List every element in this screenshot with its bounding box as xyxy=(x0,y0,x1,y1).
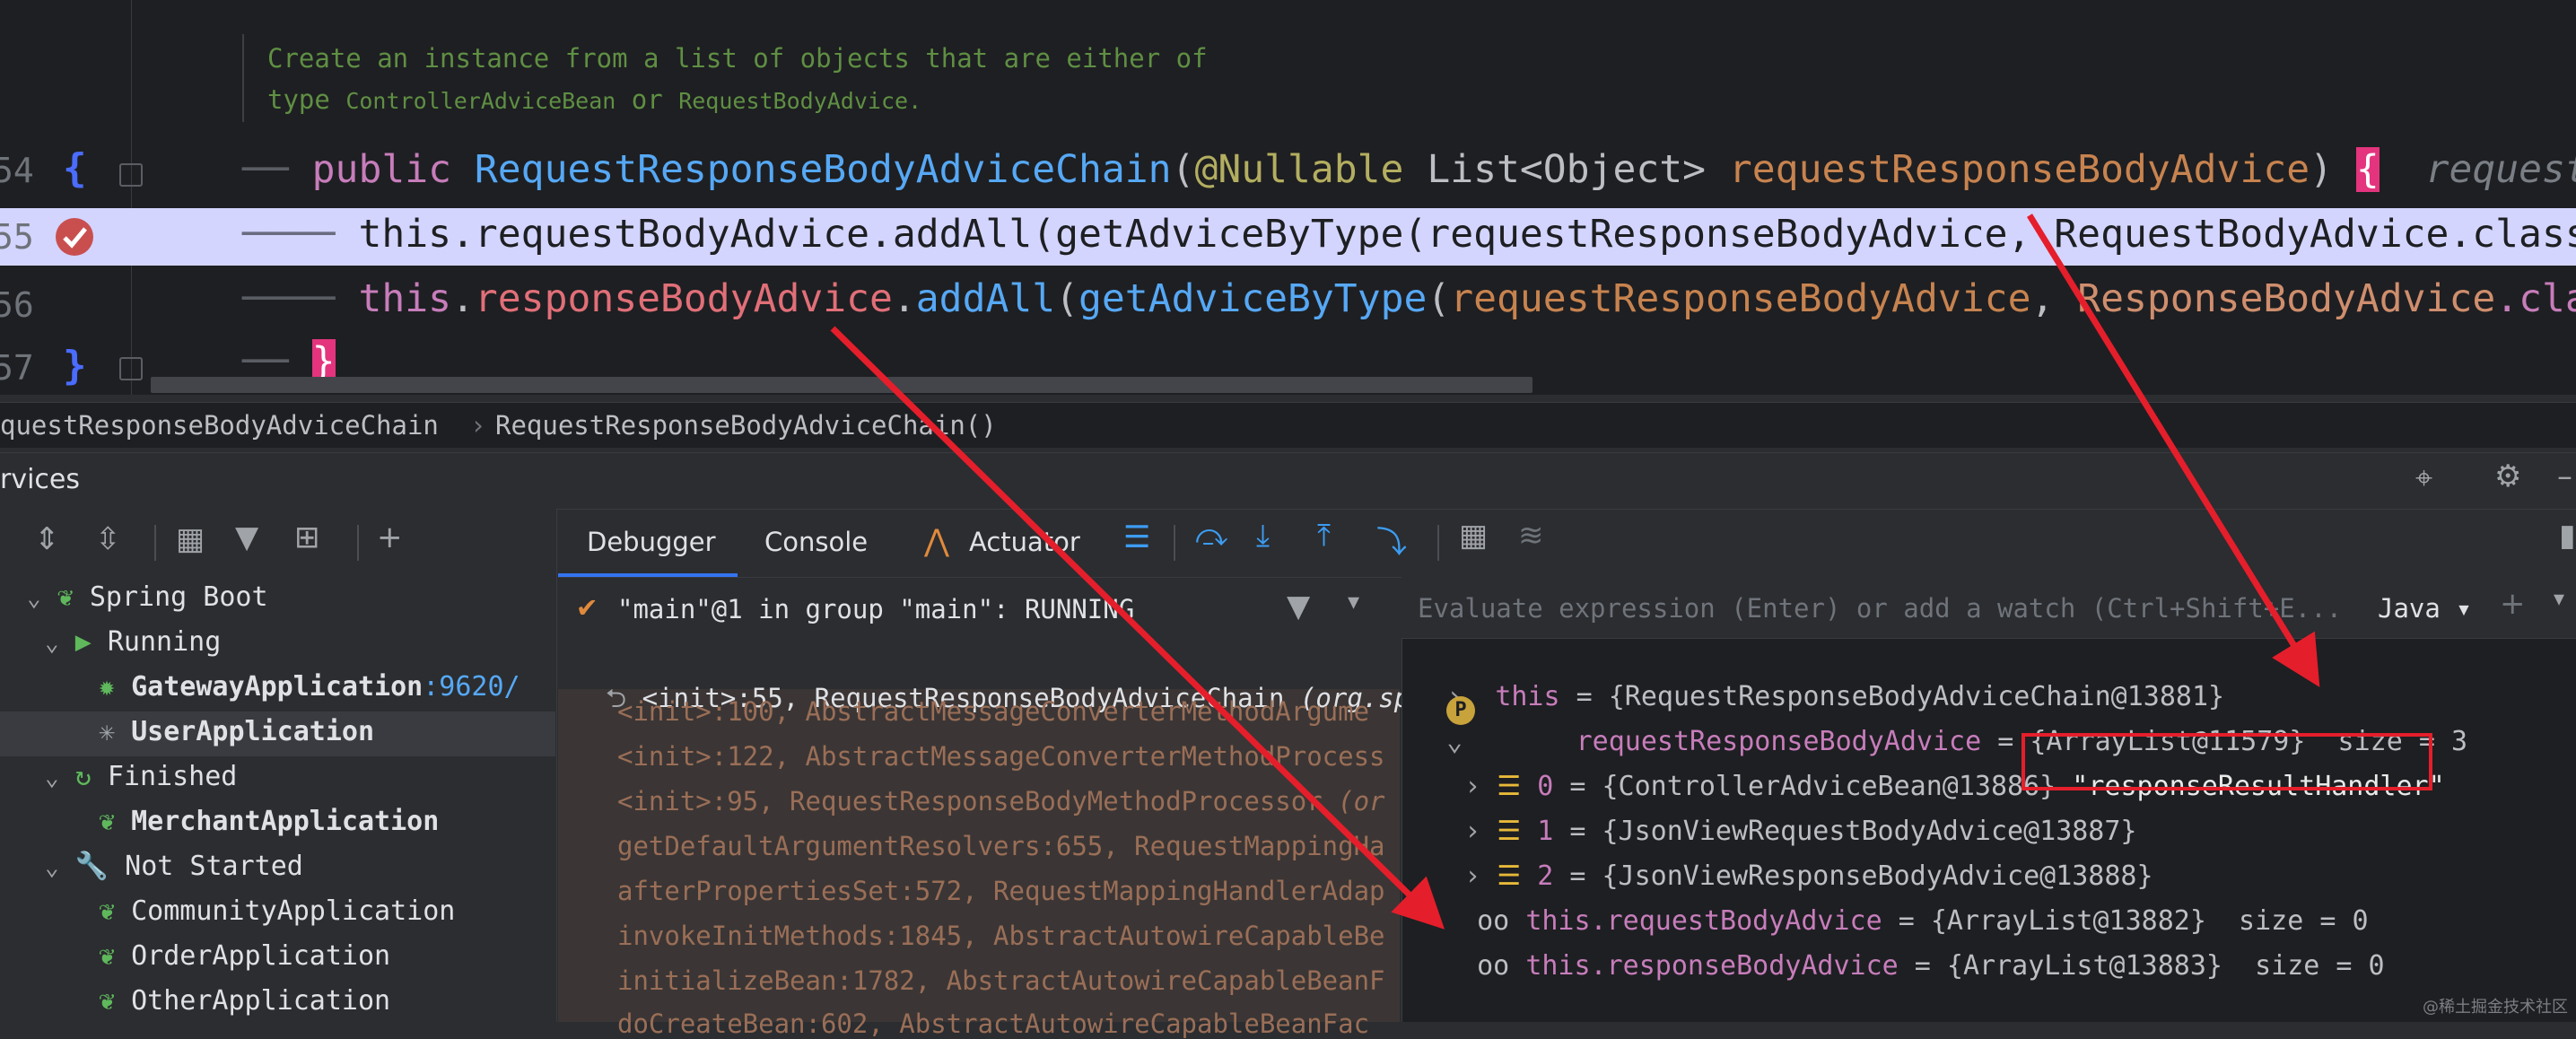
annotation-arrow-2 xyxy=(830,326,1445,930)
annotation-arrows xyxy=(830,214,2320,930)
annotation-arrow-1 xyxy=(2027,214,2320,687)
watermark: @稀土掘金技术社区 xyxy=(2423,998,2568,1017)
